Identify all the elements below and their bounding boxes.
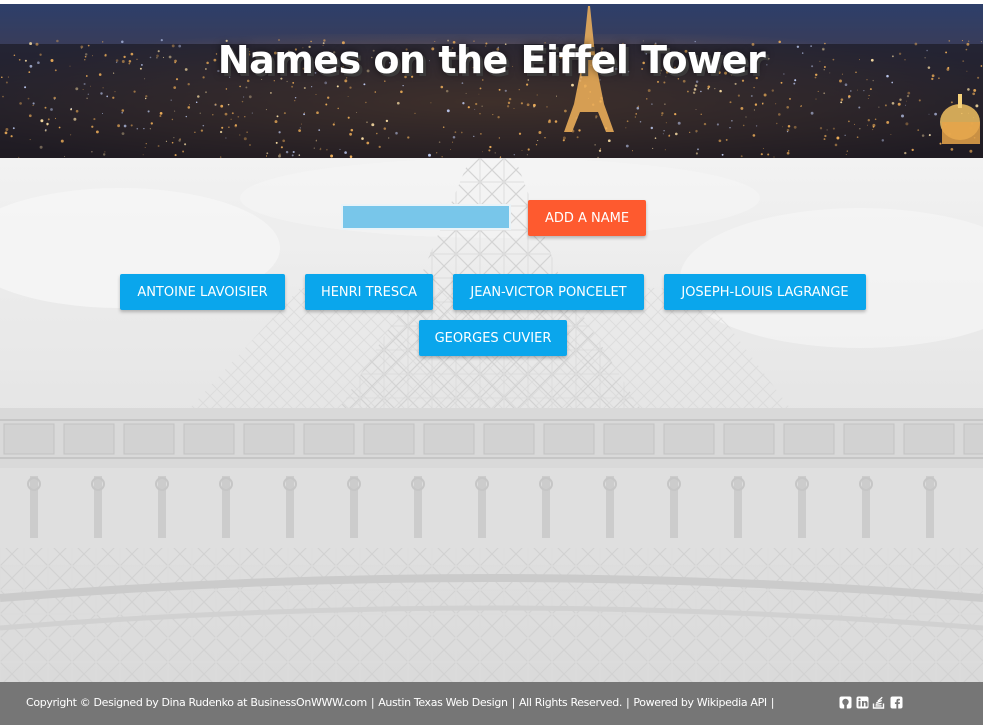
main-content: ADD A NAME ANTOINE LAVOISIER HENRI TRESC… xyxy=(0,158,983,682)
facebook-icon[interactable] xyxy=(889,695,903,709)
copyright-text: Copyright © Designed by Dina Rudenko at xyxy=(26,696,248,709)
footer-text: Copyright © Designed by Dina Rudenko at … xyxy=(26,696,778,709)
name-button-georges-cuvier[interactable]: GEORGES CUVIER xyxy=(419,320,567,356)
name-button-jean-victor-poncelet[interactable]: JEAN-VICTOR PONCELET xyxy=(453,274,644,310)
name-button-antoine-lavoisier[interactable]: ANTOINE LAVOISIER xyxy=(120,274,285,310)
separator: | xyxy=(626,696,630,709)
github-icon[interactable] xyxy=(838,695,852,709)
design-link[interactable]: Austin Texas Web Design xyxy=(378,696,508,709)
name-button-henri-tresca[interactable]: HENRI TRESCA xyxy=(305,274,433,310)
site-link[interactable]: BusinessOnWWW.com xyxy=(250,696,367,709)
separator: | xyxy=(511,696,516,709)
linkedin-icon[interactable] xyxy=(855,695,869,709)
hero-header: Names on the Eiffel Tower xyxy=(0,4,983,158)
rights-text: All Rights Reserved. xyxy=(518,696,622,709)
wikipedia-api-link[interactable]: Wikipedia API xyxy=(697,696,767,709)
eiffel-tower-background xyxy=(0,158,983,682)
footer: Copyright © Designed by Dina Rudenko at … xyxy=(0,682,983,725)
separator: | xyxy=(370,696,375,709)
page-title: Names on the Eiffel Tower xyxy=(217,38,766,82)
powered-text: Powered by xyxy=(633,696,694,709)
add-name-button[interactable]: ADD A NAME xyxy=(528,200,646,236)
name-input[interactable] xyxy=(341,204,511,230)
stackoverflow-icon[interactable] xyxy=(872,695,886,709)
name-button-joseph-louis-lagrange[interactable]: JOSEPH-LOUIS LAGRANGE xyxy=(664,274,866,310)
separator: | xyxy=(770,696,775,709)
social-links xyxy=(838,695,903,709)
